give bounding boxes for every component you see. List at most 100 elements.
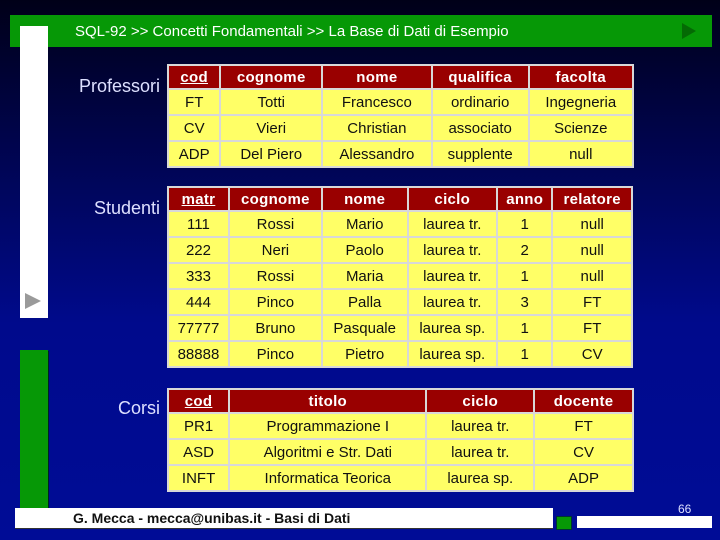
table-cell-ciclo: laurea sp. (427, 466, 534, 490)
play-icon[interactable] (25, 293, 41, 309)
table-header-row: cod titolo ciclo docente (169, 390, 632, 412)
table-cell-cognome: Totti (221, 90, 322, 114)
table-cell-nome: Mario (322, 212, 407, 236)
table-cell-relatore: FT (553, 290, 631, 314)
table-cell-cognome: Rossi (229, 264, 321, 288)
column-header-relatore: relatore (553, 188, 631, 210)
sidebar-panel (20, 26, 48, 318)
table-cell-qualifica: associato (432, 116, 528, 140)
column-header-nome: nome (323, 66, 431, 88)
table-cell-ciclo: laurea tr. (408, 264, 497, 288)
footer-bar: G. Mecca - mecca@unibas.it - Basi di Dat… (15, 508, 553, 529)
table-cell-matr: 444 (169, 290, 228, 314)
table-row: ADP Del Piero Alessandro supplente null (169, 142, 632, 166)
table-cell-cod: PR1 (169, 414, 229, 438)
table-cell-anno: 3 (498, 290, 552, 314)
table-row: PR1 Programmazione Ilaurea tr. FT (169, 414, 632, 438)
table-cell-ciclo: laurea tr. (427, 440, 534, 464)
column-header-titolo: titolo (230, 390, 426, 412)
footer-text: G. Mecca - mecca@unibas.it - Basi di Dat… (73, 510, 351, 526)
table-cell-nome: Alessandro (323, 142, 431, 166)
table-cell-facolta: Ingegneria (529, 90, 632, 114)
page-number: 66 (678, 502, 692, 516)
table-cell-cod: ASD (169, 440, 229, 464)
table-cell-ciclo: laurea sp. (408, 342, 497, 366)
sidebar-green-block (20, 350, 48, 518)
table-cell-qualifica: supplente (432, 142, 528, 166)
table-cell-ciclo: laurea tr. (408, 290, 497, 314)
table-cell-ciclo: laurea tr. (427, 414, 534, 438)
table-cell-anno: 1 (498, 264, 552, 288)
table-cell-ciclo: laurea sp. (408, 316, 497, 340)
table-cell-matr: 333 (169, 264, 228, 288)
table-cell-matr: 222 (169, 238, 228, 262)
table-studenti: matr cognome nome ciclo anno relatore 111 Rossi… (167, 186, 633, 368)
table-cell-facolta: null (529, 142, 632, 166)
table-cell-docente: ADP (535, 466, 632, 490)
table-cell-cod: ADP (169, 142, 220, 166)
table-cell-nome: Francesco (323, 90, 431, 114)
table-cell-titolo: Informatica Teorica (230, 466, 426, 490)
table-cell-nome: Pietro (322, 342, 407, 366)
column-header-nome: nome (322, 188, 407, 210)
table-cell-cognome: Del Piero (221, 142, 322, 166)
table-professori: cod cognome nome qualifica facolta FT Totti Fra… (167, 64, 634, 168)
table-cell-anno: 1 (498, 212, 552, 236)
table-cell-docente: CV (535, 440, 632, 464)
table-cell-facolta: Scienze (529, 116, 632, 140)
table-row: INFT Informatica Teorica laurea sp. ADP (169, 466, 632, 490)
table-cell-cod: FT (169, 90, 220, 114)
next-slide-icon[interactable] (682, 23, 696, 39)
table-cell-nome: Palla (322, 290, 407, 314)
column-header-ciclo: ciclo (427, 390, 534, 412)
table-cell-cognome: Pinco (229, 342, 321, 366)
table-row: 88888 Pinco Pietro laurea sp. 1 CV (169, 342, 631, 366)
table-corsi: cod titolo ciclo docente PR1 Programmazione I… (167, 388, 634, 492)
column-header-docente: docente (535, 390, 632, 412)
table-cell-titolo: Algoritmi e Str. Dati (230, 440, 426, 464)
column-header-qualifica: qualifica (432, 66, 528, 88)
table-cell-relatore: null (553, 212, 631, 236)
column-header-facolta: facolta (529, 66, 632, 88)
table-cell-ciclo: laurea tr. (408, 212, 497, 236)
column-header-matr: matr (169, 188, 228, 210)
table-cell-cognome: Vieri (221, 116, 322, 140)
table-row: 77777 Bruno Pasquale laurea sp. 1 FT (169, 316, 631, 340)
table-row: 333 Rossi Maria laurea tr. 1 null (169, 264, 631, 288)
table-row: FT Totti Francesco ordinario Ingegneria (169, 90, 632, 114)
table-cell-nome: Paolo (322, 238, 407, 262)
table-cell-nome: Maria (322, 264, 407, 288)
table-row: 111 Rossi Mario laurea tr. 1 null (169, 212, 631, 236)
column-header-anno: anno (498, 188, 552, 210)
table-cell-nome: Christian (323, 116, 431, 140)
table-cell-relatore: CV (553, 342, 631, 366)
column-header-cognome: cognome (229, 188, 321, 210)
table-cell-relatore: FT (553, 316, 631, 340)
footer-green-block (556, 516, 572, 530)
table-label-corsi: Corsi (117, 398, 160, 418)
table-label-professori: Professori (78, 76, 160, 96)
table-row: 222 Neri Paolo laurea tr. 2 null (169, 238, 631, 262)
footer-white-block (577, 516, 712, 528)
table-cell-cod: INFT (169, 466, 229, 490)
table-row: ASD Algoritmi e Str. Dati laurea tr. CV (169, 440, 632, 464)
table-cell-cognome: Pinco (229, 290, 321, 314)
table-label-studenti: Studenti (93, 198, 160, 218)
table-row: 444 Pinco Palla laurea tr. 3 FT (169, 290, 631, 314)
column-header-cod: cod (169, 390, 229, 412)
table-cell-anno: 1 (498, 316, 552, 340)
table-cell-cognome: Neri (229, 238, 321, 262)
column-header-cod: cod (169, 66, 220, 88)
table-cell-nome: Pasquale (322, 316, 407, 340)
table-cell-matr: 77777 (169, 316, 228, 340)
table-header-row: cod cognome nome qualifica facolta (169, 66, 632, 88)
table-cell-cod: CV (169, 116, 220, 140)
column-header-cognome: cognome (221, 66, 322, 88)
table-cell-matr: 111 (169, 212, 228, 236)
table-cell-ciclo: laurea tr. (408, 238, 497, 262)
table-cell-cognome: Rossi (229, 212, 321, 236)
table-cell-relatore: null (553, 238, 631, 262)
table-header-row: matr cognome nome ciclo anno relatore (169, 188, 631, 210)
table-cell-titolo: Programmazione I (230, 414, 426, 438)
table-cell-matr: 88888 (169, 342, 228, 366)
